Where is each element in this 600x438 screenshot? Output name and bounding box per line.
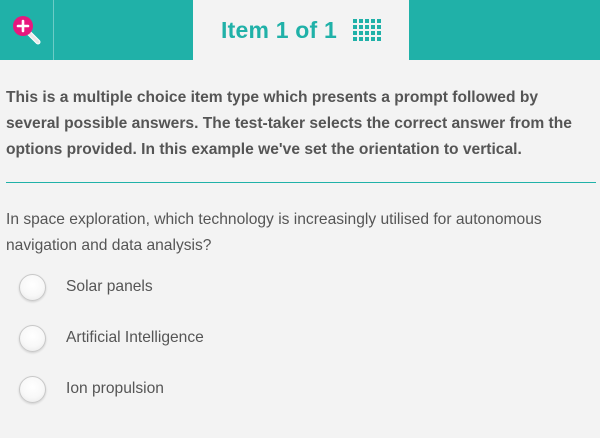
answer-option[interactable]: Solar panels [6,270,594,304]
item-stimulus: This is a multiple choice item type whic… [6,89,572,158]
item-content: This is a multiple choice item type whic… [0,85,600,406]
answer-option[interactable]: Artificial Intelligence [6,321,594,355]
answer-options: Solar panels Artificial Intelligence Ion… [6,270,594,406]
item-counter-label: Item 1 of 1 [221,16,337,43]
item-navigator-button[interactable]: Item 1 of 1 [193,0,409,60]
item-navigator-grid-icon [352,19,381,41]
answer-option-label: Artificial Intelligence [66,329,204,346]
header-bar: Item 1 of 1 [0,0,600,60]
zoom-in-magnifier-icon [12,16,40,45]
question-prompt: In space exploration, which technology i… [6,211,542,254]
zoom-button[interactable] [0,0,54,60]
radio-button[interactable] [19,273,46,301]
answer-option-label: Ion propulsion [66,380,164,397]
stimulus-divider [6,182,596,183]
answer-option[interactable]: Ion propulsion [6,372,594,406]
radio-button[interactable] [19,375,46,403]
radio-button[interactable] [19,324,46,352]
answer-option-label: Solar panels [66,278,153,295]
